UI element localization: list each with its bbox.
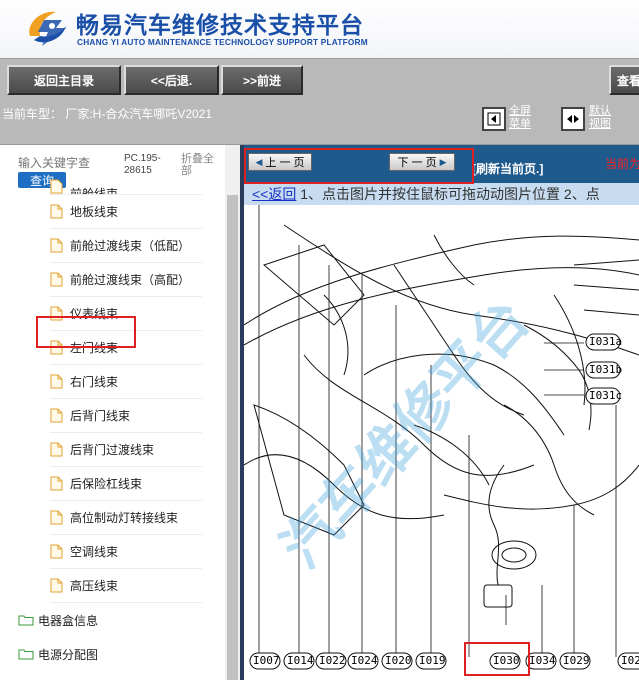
tree-item-label: 高压线束	[70, 579, 119, 593]
instruction-text: 1、点击图片并按住鼠标可拖动动图片位置 2、点	[296, 186, 600, 202]
wiring-diagram[interactable]: 汽车维修平台 I031a I031b I031c I007 I014 I022 …	[244, 205, 639, 680]
document-icon	[50, 510, 63, 525]
refresh-current-page[interactable]: [刷新当前页.]	[472, 160, 543, 177]
connector-label[interactable]: I020	[385, 654, 412, 667]
tree-item-label: 空调线束	[70, 545, 119, 559]
connector-label[interactable]: I014	[287, 654, 314, 667]
tree-item-label: 地板线束	[70, 205, 119, 219]
tree-folder[interactable]: 电源分配图	[18, 637, 98, 671]
document-icon	[50, 442, 63, 457]
connector-label[interactable]: I02	[621, 654, 639, 667]
tree-item-label: 前舱过渡线束（高配）	[70, 273, 191, 287]
document-icon	[50, 238, 63, 253]
document-icon	[50, 578, 63, 593]
connector-label[interactable]: I019	[419, 654, 446, 667]
tree-folder-label: 电源分配图	[38, 647, 99, 662]
brand-logo	[29, 11, 66, 46]
document-icon	[50, 544, 63, 559]
header-banner: 畅易汽车维修技术支持平台 CHANG YI AUTO MAINTENANCE T…	[0, 0, 639, 58]
current-car-model: 当前车型： 厂家:H-合众汽车哪吒V2021	[2, 107, 213, 121]
tree-item-label: 前舱线束	[70, 187, 119, 195]
back-button[interactable]: <<后退.	[124, 65, 219, 95]
current-status-text: 当前为	[605, 157, 639, 171]
tree-item[interactable]: 后背门线束	[50, 399, 202, 433]
return-link[interactable]: <<返回	[252, 186, 296, 202]
pc-code: PC.195-28615	[124, 153, 161, 176]
tree-item-label: 后背门过渡线束	[70, 443, 155, 457]
connector-label[interactable]: I029	[563, 654, 590, 667]
connector-label[interactable]: I031b	[589, 363, 622, 376]
connector-label[interactable]: I024	[351, 654, 378, 667]
fullscreen-menu-link[interactable]: 全屏菜单	[509, 105, 537, 131]
tree-item[interactable]: 后保险杠线束	[50, 467, 202, 501]
view-button[interactable]: 查看	[609, 65, 639, 95]
forward-button[interactable]: >>前进	[221, 65, 303, 95]
folder-icon	[18, 614, 34, 626]
collapse-all-link[interactable]: 折叠全部	[181, 153, 221, 177]
tree-item-label: 高位制动灯转接线束	[70, 511, 179, 525]
connector-label[interactable]: I031c	[589, 389, 622, 402]
tree-item[interactable]: 高位制动灯转接线束	[50, 501, 202, 535]
document-icon	[50, 272, 63, 287]
sidebar: 查询 PC.195-28615 折叠全部 前舱线束 地板线束前舱过渡线束（低配）…	[0, 145, 240, 680]
connector-label[interactable]: I022	[319, 654, 346, 667]
connector-highlight-box	[464, 642, 530, 676]
sidebar-scroll-thumb[interactable]	[227, 195, 238, 680]
tree-item[interactable]: 高压线束	[50, 569, 202, 603]
tree-item[interactable]: 空调线束	[50, 535, 202, 569]
search-input[interactable]	[18, 153, 116, 173]
connector-label[interactable]: I031a	[589, 335, 622, 348]
toolbar: 返回主目录 <<后退. >>前进 查看	[0, 58, 639, 103]
instruction-bar: <<返回 1、点击图片并按住鼠标可拖动动图片位置 2、点	[244, 183, 639, 205]
tree-item-label: 后保险杠线束	[70, 477, 143, 491]
tree-item-cut[interactable]: 前舱线束	[50, 178, 202, 195]
tree-folder-label: 电器盒信息	[38, 613, 99, 628]
folder-icon	[18, 648, 34, 660]
document-icon	[50, 204, 63, 219]
document-icon	[50, 374, 63, 389]
tree-item[interactable]: 地板线束	[50, 195, 202, 229]
document-icon	[50, 179, 63, 194]
connector-label[interactable]: I007	[253, 654, 280, 667]
brand-subtitle: CHANG YI AUTO MAINTENANCE TECHNOLOGY SUP…	[77, 37, 368, 47]
default-view-link[interactable]: 默认视图	[589, 105, 617, 131]
fullscreen-icon[interactable]	[482, 107, 506, 131]
tree-item-label: 后背门线束	[70, 409, 131, 423]
tree-item[interactable]: 后背门过渡线束	[50, 433, 202, 467]
default-view-icon[interactable]	[561, 107, 585, 131]
nav-highlight-box	[244, 148, 474, 184]
document-icon	[50, 408, 63, 423]
tree-folder[interactable]: 电器盒信息	[18, 603, 98, 637]
selected-item-highlight-box	[36, 316, 136, 348]
brand-title: 畅易汽车维修技术支持平台	[76, 13, 364, 39]
info-bar: 当前车型： 厂家:H-合众汽车哪吒V2021 全屏菜单 默认视图	[0, 103, 639, 145]
connector-label[interactable]: I034	[529, 654, 556, 667]
tree-item-label: 右门线束	[70, 375, 119, 389]
document-icon	[50, 476, 63, 491]
tree-item[interactable]: 右门线束	[50, 365, 202, 399]
tree-item-label: 前舱过渡线束（低配）	[70, 239, 191, 253]
tree-item[interactable]: 前舱过渡线束（高配）	[50, 263, 202, 297]
home-button[interactable]: 返回主目录	[7, 65, 121, 95]
tree-item[interactable]: 前舱过渡线束（低配）	[50, 229, 202, 263]
